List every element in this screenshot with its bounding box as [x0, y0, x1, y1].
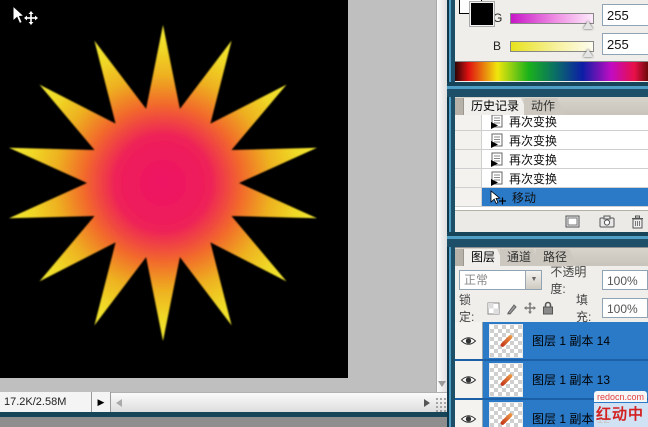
eye-icon	[460, 414, 477, 423]
history-list: 再次变换 再次变换 再次变换 再次变换 移动	[455, 115, 648, 210]
layer-thumbnail-artwork	[499, 372, 514, 387]
layer-thumbnail[interactable]	[489, 401, 523, 427]
move-tool-cursor	[12, 5, 38, 25]
layer-visibility-toggle[interactable]	[455, 400, 483, 427]
history-state-label: 移动	[512, 190, 537, 205]
watermark-brand: 红动中国	[594, 403, 648, 427]
layer-visibility-toggle[interactable]	[455, 361, 483, 398]
history-palette: 历史记录 动作 再次变换 再次变换 再次变换 再次变换 移动	[455, 97, 648, 232]
history-state-label: 再次变换	[509, 133, 558, 148]
blue-value-field[interactable]: 255	[602, 33, 648, 55]
history-state-row[interactable]: 再次变换	[455, 115, 648, 131]
watermark: redocn.com 红动中国	[594, 389, 648, 427]
green-value-field[interactable]: 255	[602, 4, 648, 26]
watermark-url: redocn.com	[594, 391, 648, 402]
layer-name[interactable]: 图层 1 副本 13	[532, 371, 610, 388]
history-source-well[interactable]	[455, 150, 482, 168]
history-source-well[interactable]	[455, 115, 482, 130]
transform-state-icon	[489, 152, 504, 167]
layer-visibility-toggle[interactable]	[455, 322, 483, 359]
tab-channels[interactable]: 通道	[500, 249, 541, 266]
palette-separator	[447, 82, 648, 97]
new-document-from-state-icon[interactable]	[565, 215, 580, 228]
window-bottom-border	[0, 412, 455, 417]
history-state-row[interactable]: 再次变换	[455, 150, 648, 169]
tab-actions[interactable]: 动作	[524, 98, 565, 115]
scroll-right-icon[interactable]	[424, 399, 430, 407]
lock-pixels-brush-icon[interactable]	[505, 302, 518, 315]
eye-icon	[460, 375, 477, 384]
foreground-color-swatch[interactable]	[469, 1, 495, 27]
scroll-down-icon[interactable]	[438, 381, 446, 387]
lock-label: 锁定:	[459, 293, 475, 324]
opacity-field[interactable]: 100%	[602, 270, 648, 290]
tab-history[interactable]: 历史记录	[464, 98, 529, 115]
document-size-indicator: 17.2K/2.58M	[0, 392, 92, 412]
status-menu-button[interactable]: ▶	[92, 392, 111, 412]
scroll-left-icon[interactable]	[116, 399, 122, 407]
history-tabbar: 历史记录 动作	[455, 97, 648, 115]
tab-corner	[455, 98, 464, 115]
history-state-label: 再次变换	[509, 115, 558, 129]
blue-channel-label: B	[493, 39, 502, 53]
tab-corner	[455, 249, 464, 266]
layer-thumbnail[interactable]	[489, 323, 523, 358]
history-source-well[interactable]	[455, 188, 482, 206]
blue-slider-track[interactable]	[510, 41, 594, 52]
tab-layers[interactable]: 图层	[464, 249, 505, 266]
lock-position-move-icon[interactable]	[523, 301, 537, 315]
history-state-label: 再次变换	[509, 152, 558, 167]
history-footer	[455, 210, 648, 232]
palette-frame-edge	[447, 0, 455, 427]
green-slider-track[interactable]	[510, 13, 594, 24]
starburst-artwork	[9, 25, 317, 341]
blend-mode-row: 正常 ▼ 不透明度: 100%	[455, 265, 648, 296]
document-canvas[interactable]	[0, 0, 348, 378]
history-source-well[interactable]	[455, 131, 482, 149]
palette-separator	[447, 232, 648, 247]
layer-name[interactable]: 图层 1 副本 14	[532, 332, 610, 349]
color-spectrum-ramp[interactable]	[455, 61, 648, 81]
transform-state-icon	[489, 171, 504, 186]
lock-all-padlock-icon[interactable]	[542, 301, 554, 315]
layer-thumbnail-artwork	[499, 333, 514, 348]
fill-label: 填充:	[576, 293, 592, 324]
lock-transparency-icon[interactable]	[487, 302, 500, 315]
transform-state-icon	[489, 133, 504, 148]
history-source-well[interactable]	[455, 169, 482, 187]
photoshop-workspace: 17.2K/2.58M ▶ G 255 B 255 历史记录 动作 再次变换 再…	[0, 0, 648, 427]
transform-state-icon	[489, 115, 504, 129]
new-snapshot-camera-icon[interactable]	[599, 215, 615, 228]
blue-slider-row: B	[493, 39, 501, 53]
layer-thumbnail-artwork	[499, 411, 514, 426]
blend-mode-dropdown[interactable]: 正常 ▼	[459, 270, 543, 290]
history-state-row[interactable]: 再次变换	[455, 169, 648, 188]
green-slider-handle[interactable]	[583, 21, 593, 29]
fill-field[interactable]: 100%	[602, 298, 648, 318]
move-state-icon	[489, 189, 507, 205]
history-state-row[interactable]: 再次变换	[455, 131, 648, 150]
delete-state-trash-icon[interactable]	[631, 215, 644, 229]
history-state-row-selected[interactable]: 移动	[455, 188, 648, 207]
layer-row[interactable]: 图层 1 副本 14	[455, 322, 648, 361]
eye-icon	[460, 336, 477, 345]
chevron-down-icon[interactable]: ▼	[525, 271, 542, 289]
lock-row: 锁定: 填充: 100%	[455, 293, 648, 324]
layer-thumbnail[interactable]	[489, 362, 523, 397]
history-state-label: 再次变换	[509, 171, 558, 186]
blue-slider-handle[interactable]	[583, 49, 593, 57]
